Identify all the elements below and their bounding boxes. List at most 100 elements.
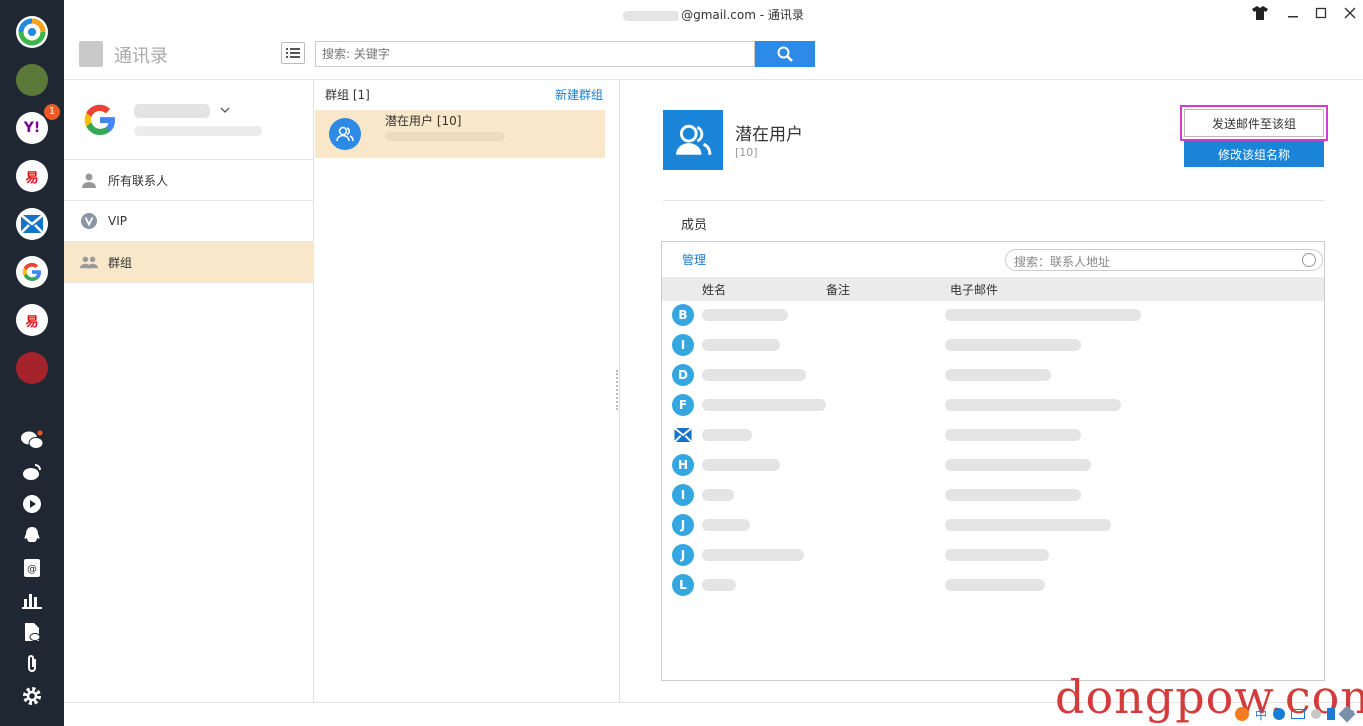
avatar-account-1[interactable] [16, 64, 48, 96]
redacted-email [945, 459, 1091, 471]
wechat-icon[interactable] [20, 428, 44, 452]
redacted-name [702, 579, 736, 591]
search-icon[interactable] [1302, 253, 1316, 267]
redacted-name [702, 429, 752, 441]
vip-icon [80, 212, 98, 230]
moon-icon[interactable] [1273, 708, 1285, 720]
groups-panel: 群组 [1] 新建群组 潜在用户 [10] [315, 80, 620, 702]
cloud-file-icon[interactable] [20, 620, 44, 644]
contact-avatar: L [672, 574, 694, 596]
groups-header: 群组 [1] [325, 88, 370, 102]
group-list-item[interactable]: 潜在用户 [10] [315, 110, 605, 158]
table-row[interactable]: J [662, 540, 1324, 570]
window-title-wrap: @gmail.com - 通讯录 [64, 6, 1363, 23]
nav-label: VIP [108, 214, 127, 228]
member-search-placeholder: 搜索：联系人地址 [1014, 255, 1111, 269]
nav-vip[interactable]: VIP [64, 201, 314, 242]
table-row[interactable]: I [662, 330, 1324, 360]
table-header: 姓名 备注 电子邮件 [662, 277, 1324, 301]
redacted-email [945, 489, 1081, 501]
tray-icon[interactable] [1311, 709, 1321, 719]
table-row[interactable]: L [662, 570, 1324, 600]
divider [663, 200, 1325, 201]
account-rail: Y! 1 易 易 @ [0, 0, 64, 726]
member-search-input[interactable]: 搜索：联系人地址 [1005, 249, 1323, 271]
minimize-icon[interactable] [1283, 4, 1303, 22]
contact-avatar: H [672, 454, 694, 476]
redacted-group-preview [385, 132, 505, 141]
column-email[interactable]: 电子邮件 [950, 281, 998, 298]
search-icon [777, 46, 793, 62]
weibo-icon[interactable] [20, 460, 44, 484]
mailbox-icon[interactable] [16, 208, 48, 240]
group-avatar-icon [329, 118, 361, 150]
tray-icon[interactable] [1327, 708, 1335, 720]
maximize-icon[interactable] [1311, 4, 1331, 22]
settings-gear-icon[interactable] [20, 684, 44, 708]
title-bar: @gmail.com - 通讯录 [64, 0, 1363, 28]
contact-avatar: D [672, 364, 694, 386]
shirt-icon[interactable] [1250, 4, 1270, 22]
close-icon[interactable] [1340, 4, 1360, 22]
nav-all-contacts[interactable]: 所有联系人 [64, 160, 314, 201]
account-header[interactable] [64, 80, 314, 160]
netease-icon-2[interactable]: 易 [16, 304, 48, 336]
play-icon[interactable] [20, 492, 44, 516]
contacts-icon[interactable]: @ [20, 556, 44, 580]
avatar-account-2[interactable] [16, 352, 48, 384]
netease-icon[interactable]: 易 [16, 160, 48, 192]
contact-avatar: J [672, 544, 694, 566]
redacted-name [702, 339, 780, 351]
app-logo-icon[interactable] [16, 16, 48, 48]
redacted-name [702, 519, 750, 531]
redacted-name [702, 309, 788, 321]
group-count: [10] [735, 146, 758, 159]
redacted-name [702, 369, 806, 381]
group-detail: 潜在用户 [10] 发送邮件至该组 修改该组名称 成员 管理 搜索：联系人地址 … [621, 80, 1363, 702]
nav-groups[interactable]: 群组 [64, 242, 314, 283]
ime-logo-icon[interactable] [1234, 707, 1249, 721]
nav-label: 所有联系人 [108, 173, 169, 188]
redacted-email [945, 579, 1045, 591]
table-row[interactable] [662, 420, 1324, 450]
app-header: 通讯录 [64, 28, 1363, 80]
members-table: 管理 搜索：联系人地址 姓名 备注 电子邮件 B I D F H I J J L [661, 241, 1325, 681]
unread-badge: 1 [44, 104, 60, 120]
person-icon [80, 171, 98, 189]
group-name: 潜在用户 [10] [385, 114, 462, 128]
column-note[interactable]: 备注 [826, 281, 850, 298]
redacted-name [702, 489, 734, 501]
account-panel: 所有联系人 VIP 群组 [64, 80, 314, 702]
group-icon [80, 253, 98, 271]
ime-mode[interactable]: 中 [1255, 706, 1267, 723]
search-input[interactable] [315, 41, 755, 67]
redacted-account-name [134, 104, 210, 118]
keyboard-icon[interactable] [1291, 709, 1305, 719]
app-title: 通讯录 [114, 46, 168, 67]
attachment-icon[interactable] [20, 652, 44, 676]
google-icon[interactable] [16, 256, 48, 288]
table-row[interactable]: H [662, 450, 1324, 480]
column-name[interactable]: 姓名 [702, 281, 726, 298]
manage-link[interactable]: 管理 [682, 251, 706, 268]
table-row[interactable]: F [662, 390, 1324, 420]
members-label: 成员 [681, 218, 708, 233]
table-row[interactable]: I [662, 480, 1324, 510]
wrench-icon[interactable] [1338, 705, 1356, 723]
redacted-email [945, 399, 1121, 411]
chevron-down-icon[interactable] [220, 107, 230, 114]
system-tray: 中 [1234, 705, 1356, 723]
table-row[interactable]: J [662, 510, 1324, 540]
window-title: @gmail.com - 通讯录 [681, 8, 804, 22]
stats-icon[interactable] [20, 588, 44, 612]
table-row[interactable]: D [662, 360, 1324, 390]
qq-icon[interactable] [20, 524, 44, 548]
yahoo-icon[interactable]: Y! [16, 112, 48, 144]
search-button[interactable] [755, 41, 815, 67]
rename-group-button[interactable]: 修改该组名称 [1184, 141, 1324, 167]
table-row[interactable]: B [662, 300, 1324, 330]
new-group-link[interactable]: 新建群组 [555, 86, 603, 103]
panel-resize-handle[interactable] [616, 370, 620, 410]
list-view-button[interactable] [281, 42, 305, 64]
send-to-group-button[interactable]: 发送邮件至该组 [1180, 105, 1328, 141]
